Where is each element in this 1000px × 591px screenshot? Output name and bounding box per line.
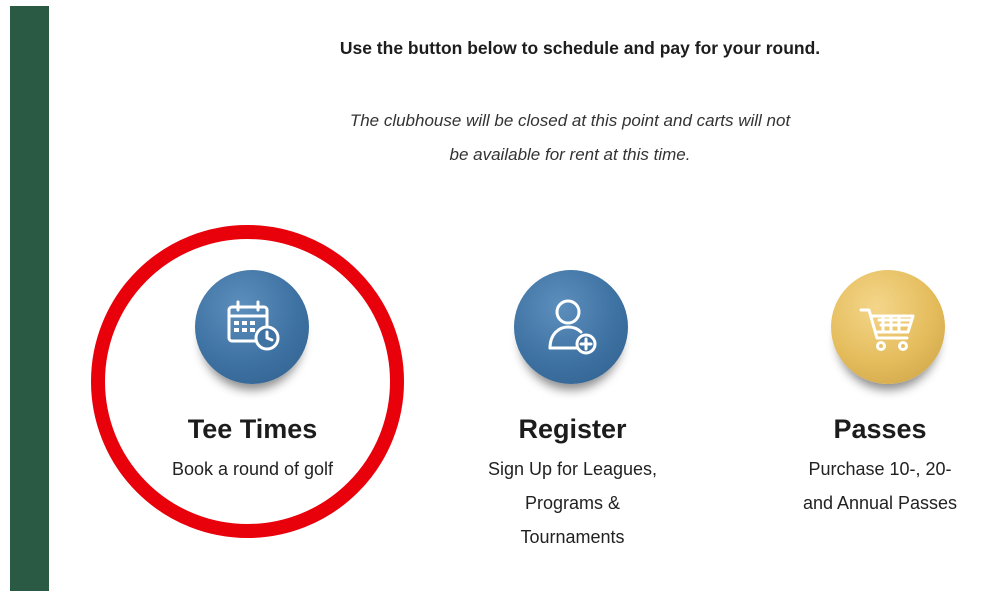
register-title[interactable]: Register bbox=[440, 414, 705, 445]
closure-notice-line-1: The clubhouse will be closed at this poi… bbox=[349, 111, 791, 130]
closure-notice: The clubhouse will be closed at this poi… bbox=[240, 104, 900, 172]
passes-button[interactable] bbox=[831, 270, 945, 384]
calendar-clock-icon bbox=[227, 300, 280, 351]
register-description: Sign Up for Leagues, Programs & Tourname… bbox=[440, 452, 705, 554]
tee-times-description: Book a round of golf bbox=[120, 452, 385, 486]
tee-times-desc-line: Book a round of golf bbox=[171, 459, 334, 479]
intro-heading: Use the button below to schedule and pay… bbox=[339, 38, 821, 58]
register-button[interactable] bbox=[514, 270, 628, 384]
top-strip bbox=[0, 0, 1000, 6]
register-desc-line-2: Programs & bbox=[524, 493, 621, 513]
closure-notice-line-2: be available for rent at this time. bbox=[449, 145, 691, 164]
passes-tile[interactable]: Passes Purchase 10-, 20- and Annual Pass… bbox=[760, 270, 1000, 520]
tee-times-title[interactable]: Tee Times bbox=[120, 414, 385, 445]
shopping-cart-icon bbox=[859, 308, 915, 351]
register-desc-line-1: Sign Up for Leagues, bbox=[487, 459, 658, 479]
register-desc-line-3: Tournaments bbox=[520, 527, 625, 547]
tee-times-tile[interactable]: Tee Times Book a round of golf bbox=[120, 270, 385, 500]
register-tile[interactable]: Register Sign Up for Leagues, Programs &… bbox=[440, 270, 705, 560]
passes-description: Purchase 10-, 20- and Annual Passes bbox=[760, 452, 1000, 520]
user-add-icon bbox=[548, 299, 597, 355]
left-margin bbox=[0, 0, 10, 591]
passes-title[interactable]: Passes bbox=[760, 414, 1000, 445]
passes-desc-line-2: and Annual Passes bbox=[802, 493, 958, 513]
passes-desc-line-1: Purchase 10-, 20- bbox=[808, 459, 952, 479]
sidebar-accent-bar bbox=[10, 6, 49, 591]
tee-times-button[interactable] bbox=[195, 270, 309, 384]
